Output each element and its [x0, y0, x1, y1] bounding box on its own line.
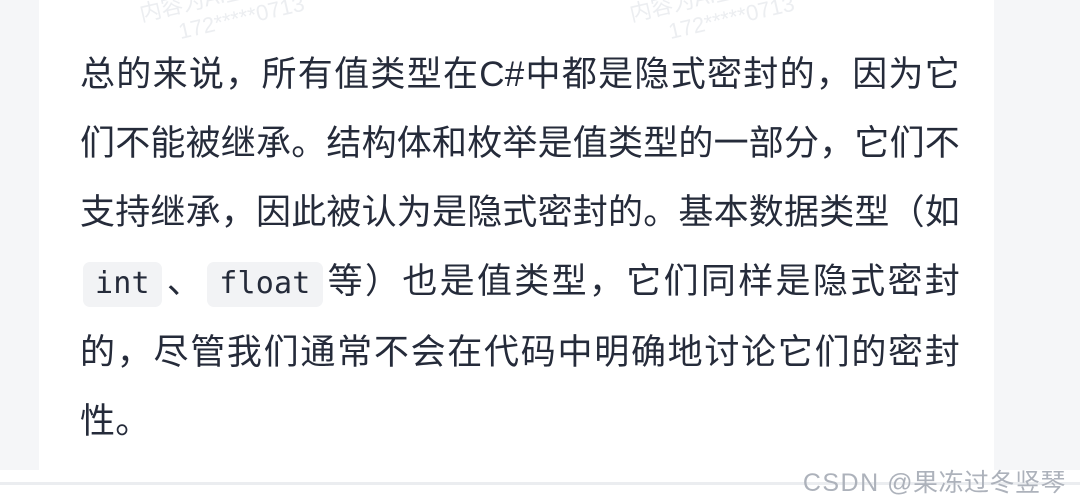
article-body: 总的来说，所有值类型在C#中都是隐式密封的，因为它们不能被继承。结构体和枚举是值… [80, 40, 960, 456]
csdn-signature: CSDN @果冻过冬竖琴 [803, 468, 1066, 498]
article-card: 总的来说，所有值类型在C#中都是隐式密封的，因为它们不能被继承。结构体和枚举是值… [39, 0, 994, 470]
article-paragraph: 总的来说，所有值类型在C#中都是隐式密封的，因为它们不能被继承。结构体和枚举是值… [80, 40, 960, 456]
inline-code-int: int [83, 262, 162, 307]
ai-watermark-line1: 内容为AI生成 [627, 0, 760, 26]
paragraph-segment-2: 、 [164, 262, 205, 301]
csdn-brand-label: CSDN [802, 469, 880, 497]
paragraph-segment-1: 总的来说，所有值类型在C#中都是隐式密封的，因为它们不能被继承。结构体和枚举是值… [80, 55, 961, 232]
page-gutter-right [994, 0, 1080, 470]
inline-code-float: float [207, 262, 323, 307]
csdn-author-label: @果冻过冬竖琴 [887, 469, 1066, 497]
screenshot-root: 总的来说，所有值类型在C#中都是隐式密封的，因为它们不能被继承。结构体和枚举是值… [0, 0, 1080, 502]
page-gutter-left [0, 0, 39, 470]
ai-watermark-line1: 内容为AI生成 [137, 0, 270, 26]
